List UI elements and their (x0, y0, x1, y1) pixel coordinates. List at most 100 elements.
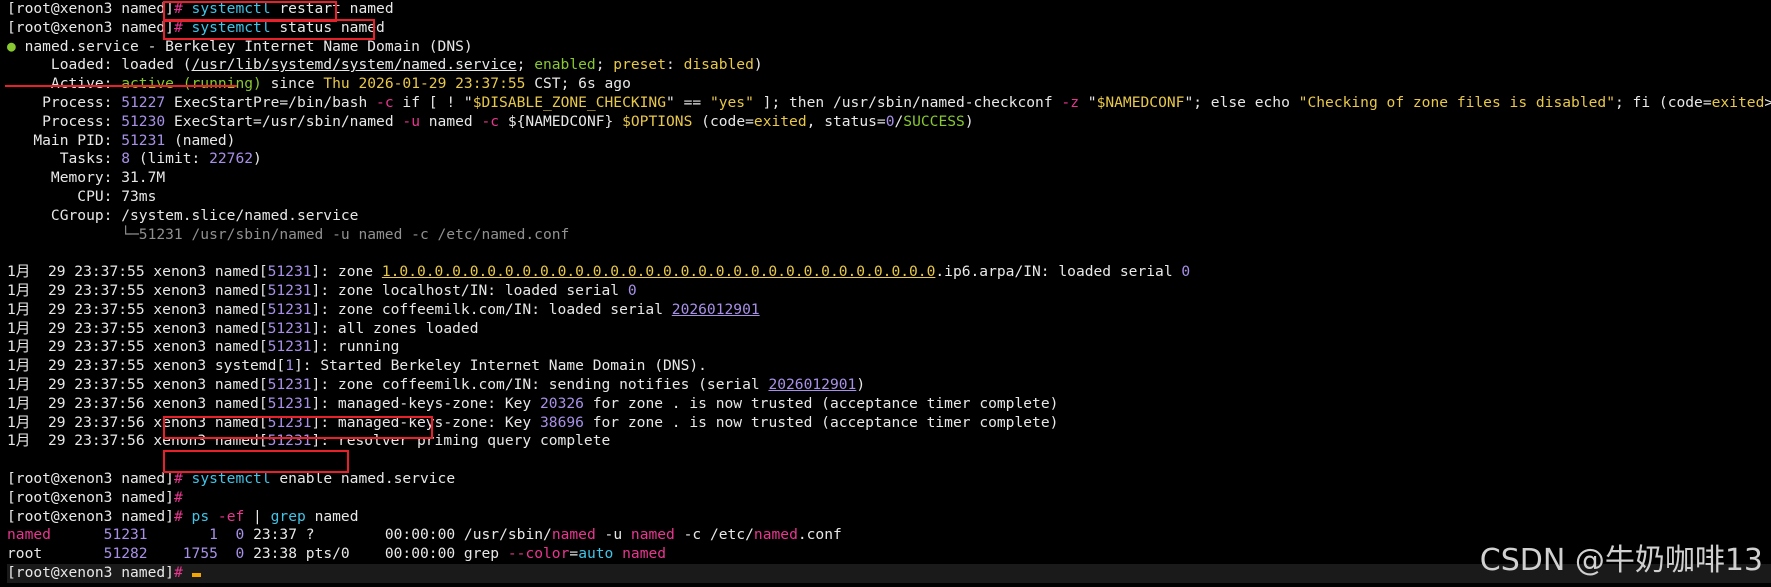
terminal-text: ${NAMEDCONF} (499, 112, 623, 130)
terminal-line: 1月 29 23:37:55 xenon3 named[51231]: zone… (7, 376, 1771, 395)
terminal-line: [root@xenon3 named]# systemctl status na… (7, 19, 1771, 38)
terminal-text: ● (7, 37, 16, 55)
terminal-text: (limit: (130, 150, 210, 168)
terminal-text: Active: (7, 75, 122, 93)
terminal-text: Memory: 31.7M (7, 169, 166, 187)
terminal-text: exited (1711, 93, 1765, 111)
terminal-text: 51227 (121, 93, 166, 111)
terminal-text: $DISABLE_ZONE_CHECKING (472, 93, 666, 111)
terminal-text: "; else echo (1184, 93, 1299, 111)
terminal-line: └─51231 /usr/sbin/named -u named -c /etc… (7, 226, 1771, 245)
terminal-text: named (622, 545, 667, 563)
terminal-line: Process: 51227 ExecStartPre=/bin/bash -c… (7, 94, 1771, 113)
terminal-text: 0 (1181, 263, 1191, 281)
terminal-text: named (753, 526, 798, 544)
terminal-text: named (7, 526, 51, 544)
terminal-text: 1月 29 23:37:56 xenon3 named[ (7, 394, 268, 412)
terminal-text: Thu 2026-01-29 23:37:55 (323, 75, 526, 93)
terminal-text: ]: zone coffeemilk.com/IN: loaded serial (311, 300, 672, 318)
terminal-text: "Checking of zone files is disabled" (1298, 93, 1615, 111)
terminal-line: Memory: 31.7M (7, 169, 1771, 188)
terminal-text: 0 (235, 526, 245, 544)
terminal-text: active (running) (121, 75, 262, 93)
terminal-line: 1月 29 23:37:55 xenon3 named[51231]: zone… (7, 301, 1771, 320)
terminal-text: .conf (797, 526, 842, 544)
terminal-text: CGroup: /system.slice/named.service (7, 206, 359, 224)
terminal-text: 51231 (267, 413, 312, 431)
terminal-text: grep (270, 507, 306, 525)
terminal-text: 1 (209, 526, 218, 544)
terminal-text: = (569, 545, 579, 563)
terminal-text: 8 (121, 150, 131, 168)
terminal-text: named (419, 112, 482, 130)
terminal-text: 51231 (121, 131, 166, 149)
terminal-text: 1755 (182, 545, 218, 563)
terminal-text: ]: zone (311, 263, 382, 281)
terminal-text: [root@xenon3 named] (7, 507, 174, 525)
terminal-line: Tasks: 8 (limit: 22762) (7, 150, 1771, 169)
terminal-text: named.service - Berkeley Internet Name D… (15, 37, 473, 55)
terminal-line: 1月 29 23:37:56 xenon3 named[51231]: mana… (7, 414, 1771, 433)
text-cursor (191, 572, 201, 577)
terminal-text: 1月 29 23:37:55 xenon3 named[ (7, 263, 268, 281)
terminal-text: 51231 (267, 432, 312, 450)
watermark: CSDN @牛奶咖啡13 (1479, 543, 1763, 578)
terminal-line: [root@xenon3 named]# systemctl enable na… (7, 470, 1771, 489)
terminal-text: 1月 29 23:37:55 xenon3 named[ (7, 319, 268, 337)
terminal-text: ) (753, 56, 763, 74)
terminal-text: # (173, 488, 183, 506)
terminal-text: ; (595, 56, 614, 74)
terminal-line: 1月 29 23:37:55 xenon3 named[51231]: zone… (7, 282, 1771, 301)
terminal-text: 51231 (267, 281, 312, 299)
terminal-line: Process: 51230 ExecStart=/usr/sbin/named… (7, 113, 1771, 132)
terminal-text: # (173, 0, 183, 17)
terminal-text: ]: all zones loaded (311, 319, 479, 337)
terminal-text: -c /etc/ (674, 526, 754, 544)
terminal-text: , status= (806, 112, 886, 130)
terminal-text: -u (595, 526, 631, 544)
terminal-text: [root@xenon3 named] (7, 0, 174, 17)
terminal-text: 51231 (267, 338, 312, 356)
terminal-text: for zone . is now trusted (acceptance ti… (583, 413, 1059, 431)
terminal-text: ]: resolver priming query complete (311, 432, 611, 450)
terminal-text: root (7, 545, 104, 563)
terminal-text: 23:37 ? 00:00:00 /usr/sbin/ (244, 526, 552, 544)
terminal-text: [root@xenon3 named] (7, 563, 174, 581)
terminal-text: ) (253, 150, 262, 168)
terminal-text: for zone . is now trusted (acceptance ti… (583, 394, 1059, 412)
terminal-text: 51231 (267, 394, 312, 412)
terminal-text: ]; then /usr/sbin/named-checkconf (753, 93, 1062, 111)
terminal-text: 51231 (267, 375, 312, 393)
terminal-output[interactable]: [root@xenon3 named]# systemctl restart n… (7, 0, 1771, 583)
terminal-text: SUCCESS (903, 112, 965, 130)
terminal-text: since (261, 75, 324, 93)
terminal-text: [root@xenon3 named] (7, 488, 174, 506)
terminal-text: CPU: 73ms (7, 187, 157, 205)
terminal-text: named (305, 507, 359, 525)
terminal-text: ]: running (311, 338, 400, 356)
terminal-text: 1月 29 23:37:55 xenon3 named[ (7, 281, 268, 299)
terminal-text: # (173, 18, 183, 36)
terminal-text: (code= (692, 112, 754, 130)
terminal-text: " == (666, 93, 710, 111)
terminal-text: ; fi (code= (1614, 93, 1712, 111)
terminal-text: if [ ! " (393, 93, 473, 111)
terminal-text: 0 (627, 281, 637, 299)
terminal-text: " (1078, 93, 1097, 111)
terminal-text: [root@xenon3 named] (7, 469, 174, 487)
terminal-text: $NAMEDCONF (1096, 93, 1185, 111)
terminal-line: ● named.service - Berkeley Internet Name… (7, 38, 1771, 57)
terminal-text: 51231 (267, 263, 312, 281)
terminal-text: 1.0.0.0.0.0.0.0.0.0.0.0.0.0.0.0.0.0.0.0.… (381, 263, 936, 281)
terminal-text: Loaded: loaded ( (7, 56, 192, 74)
terminal-line: 1月 29 23:37:56 xenon3 named[51231]: mana… (7, 395, 1771, 414)
terminal-text: -c (481, 112, 500, 130)
